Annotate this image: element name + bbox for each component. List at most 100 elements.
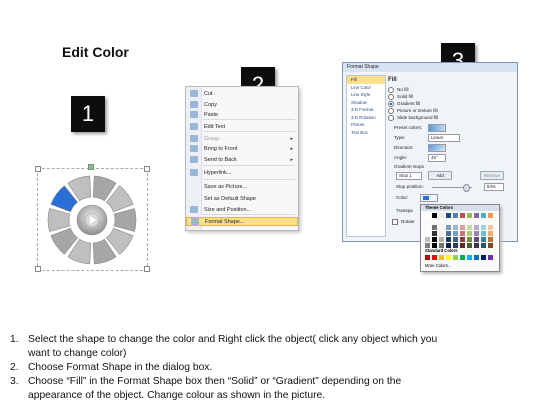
color-swatch[interactable] — [467, 231, 472, 236]
color-swatch[interactable] — [425, 213, 430, 218]
color-swatch[interactable] — [439, 225, 444, 230]
fill-option-gradient[interactable]: Gradient fill — [388, 101, 420, 107]
color-swatch[interactable] — [425, 231, 430, 236]
stop-position-field[interactable]: 84% — [484, 183, 504, 191]
color-swatch[interactable] — [488, 225, 493, 230]
color-swatch[interactable] — [467, 237, 472, 242]
color-swatch[interactable] — [488, 237, 493, 242]
menu-item[interactable]: Paste — [186, 110, 298, 119]
ring-segment[interactable] — [47, 208, 71, 232]
direction-picker[interactable] — [428, 144, 446, 152]
color-swatch[interactable] — [439, 231, 444, 236]
color-swatch[interactable] — [453, 225, 458, 230]
color-swatch[interactable] — [439, 213, 444, 218]
type-select[interactable]: Linear — [428, 134, 460, 142]
preset-colors-picker[interactable] — [428, 124, 446, 132]
color-swatch[interactable] — [460, 213, 465, 218]
color-swatch[interactable] — [474, 231, 479, 236]
standard-color-swatch[interactable] — [453, 255, 458, 260]
sidebar-item-3d-format[interactable]: 3-D Format — [347, 106, 385, 114]
standard-color-swatch[interactable] — [481, 255, 486, 260]
color-swatch[interactable] — [460, 231, 465, 236]
fill-option-picture[interactable]: Picture or texture fill — [388, 108, 438, 114]
color-swatch[interactable] — [425, 225, 430, 230]
color-swatch[interactable] — [432, 231, 437, 236]
color-swatch[interactable] — [460, 225, 465, 230]
color-swatch[interactable] — [481, 225, 486, 230]
color-swatch[interactable] — [481, 243, 486, 248]
menu-item[interactable]: Format Shape... — [186, 217, 298, 226]
sidebar-item-fill[interactable]: Fill — [347, 76, 385, 84]
resize-handle[interactable] — [144, 166, 150, 172]
color-swatch[interactable] — [453, 231, 458, 236]
menu-item[interactable]: Set as Default Shape — [186, 194, 298, 203]
menu-item[interactable]: Edit Text — [186, 122, 298, 131]
standard-color-swatch[interactable] — [467, 255, 472, 260]
menu-item[interactable]: Send to Back ▸ — [186, 155, 298, 164]
add-stop-button[interactable]: Add — [428, 171, 452, 180]
color-swatch[interactable] — [460, 237, 465, 242]
standard-color-swatch[interactable] — [488, 255, 493, 260]
sidebar-item-text-box[interactable]: Text Box — [347, 129, 385, 137]
standard-color-swatch[interactable] — [446, 255, 451, 260]
color-swatch[interactable] — [474, 225, 479, 230]
color-swatch[interactable] — [481, 231, 486, 236]
color-swatch[interactable] — [432, 243, 437, 248]
color-swatch[interactable] — [474, 213, 479, 218]
ring-segment[interactable] — [113, 208, 137, 232]
color-swatch[interactable] — [446, 213, 451, 218]
color-swatch[interactable] — [481, 213, 486, 218]
color-swatch[interactable] — [446, 231, 451, 236]
color-swatch[interactable] — [488, 213, 493, 218]
menu-item[interactable]: Cut — [186, 89, 298, 98]
menu-item[interactable]: Hyperlink... — [186, 168, 298, 177]
standard-color-swatch[interactable] — [439, 255, 444, 260]
color-swatch[interactable] — [467, 225, 472, 230]
remove-stop-button[interactable]: Remove — [480, 171, 504, 180]
color-swatch[interactable] — [453, 237, 458, 242]
standard-color-swatch[interactable] — [425, 255, 430, 260]
menu-item[interactable]: Copy — [186, 100, 298, 109]
fill-option-background[interactable]: Slide background fill — [388, 115, 438, 121]
fill-option-none[interactable]: No fill — [388, 87, 409, 93]
color-swatch[interactable] — [481, 237, 486, 242]
color-picker-button[interactable] — [420, 194, 438, 202]
menu-item[interactable]: Bring to Front ▸ — [186, 144, 298, 153]
color-swatch[interactable] — [453, 213, 458, 218]
color-swatch[interactable] — [432, 213, 437, 218]
more-colors-link[interactable]: More Colors... — [425, 263, 451, 268]
rotate-with-shape-checkbox[interactable]: Rotate — [392, 219, 415, 225]
sidebar-item-line-color[interactable]: Line Color — [347, 84, 385, 92]
standard-color-swatch[interactable] — [460, 255, 465, 260]
slider-thumb[interactable] — [463, 184, 470, 192]
color-swatch[interactable] — [453, 243, 458, 248]
standard-color-swatch[interactable] — [474, 255, 479, 260]
color-swatch[interactable] — [474, 243, 479, 248]
angle-field[interactable]: 45° — [428, 154, 446, 162]
standard-color-swatch[interactable] — [432, 255, 437, 260]
color-swatch[interactable] — [425, 243, 430, 248]
color-swatch[interactable] — [474, 237, 479, 242]
sidebar-item-line-style[interactable]: Line Style — [347, 91, 385, 99]
menu-item[interactable]: Group ▸ — [186, 134, 298, 143]
sidebar-item-shadow[interactable]: Shadow — [347, 99, 385, 107]
color-swatch[interactable] — [446, 243, 451, 248]
gear-shape[interactable] — [40, 170, 144, 268]
stop-select[interactable]: Stop 1 — [396, 172, 422, 180]
fill-option-solid[interactable]: Solid fill — [388, 94, 413, 100]
resize-handle[interactable] — [144, 266, 150, 272]
menu-item[interactable]: Save as Picture... — [186, 182, 298, 191]
color-swatch[interactable] — [425, 237, 430, 242]
color-swatch[interactable] — [467, 213, 472, 218]
menu-item[interactable]: Size and Position... — [186, 205, 298, 214]
color-swatch[interactable] — [467, 243, 472, 248]
color-swatch[interactable] — [460, 243, 465, 248]
sidebar-item-picture[interactable]: Picture — [347, 121, 385, 129]
color-swatch[interactable] — [446, 225, 451, 230]
color-swatch[interactable] — [439, 243, 444, 248]
color-swatch[interactable] — [446, 237, 451, 242]
color-swatch[interactable] — [488, 231, 493, 236]
sidebar-item-3d-rotation[interactable]: 3-D Rotation — [347, 114, 385, 122]
color-swatch[interactable] — [432, 237, 437, 242]
color-swatch[interactable] — [432, 225, 437, 230]
